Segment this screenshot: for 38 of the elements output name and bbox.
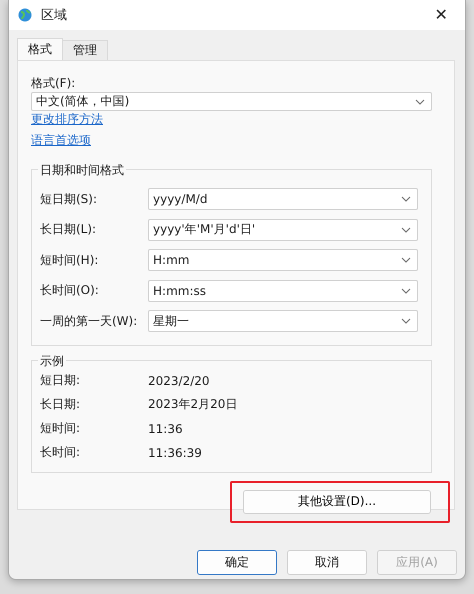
example-label: 短时间: [40, 420, 82, 437]
example-label: 短日期: [40, 372, 82, 389]
format-dropdown[interactable]: 星期一 [148, 310, 418, 332]
chevron-down-icon [401, 257, 411, 264]
tab[interactable]: 格式 [17, 38, 63, 60]
link[interactable]: 语言首选项 [31, 132, 91, 149]
format-dropdown[interactable]: yyyy/M/d [148, 188, 418, 210]
field-label: 一周的第一天(W): [40, 312, 138, 330]
group-title: 日期和时间格式 [38, 162, 126, 179]
other-settings-button[interactable]: 其他设置(D)... [243, 490, 431, 514]
chevron-down-icon [401, 318, 411, 324]
example-value: 2023年2月20日 [148, 396, 238, 413]
field-label: 短日期(S): [40, 190, 98, 208]
tab[interactable]: 管理 [62, 40, 108, 60]
example-value: 11:36:39 [148, 446, 202, 460]
example-value: 2023/2/20 [148, 374, 210, 388]
chevron-down-icon [415, 98, 425, 104]
chevron-down-icon [401, 226, 411, 233]
example-label: 长日期: [40, 396, 82, 413]
format-dropdown[interactable]: yyyy'年'M'月'd'日' [148, 218, 418, 241]
group-title: 示例 [38, 352, 66, 370]
example-label: 长时间: [40, 444, 82, 461]
dialog-button[interactable]: 取消 [287, 550, 367, 575]
globe-icon [17, 7, 33, 23]
link[interactable]: 更改排序方法 [31, 111, 103, 128]
format-dropdown[interactable]: H:mm:ss [148, 280, 418, 302]
format-dropdown[interactable]: 中文(简体，中国) [31, 92, 432, 111]
field-label: 长时间(O): [40, 282, 100, 300]
example-value: 11:36 [148, 422, 183, 436]
field-label: 短时间(H): [40, 252, 100, 269]
dialog-button[interactable]: 确定 [197, 550, 277, 575]
chevron-down-icon [401, 196, 411, 202]
window-title: 区域 [41, 7, 68, 24]
field-label: 长日期(L): [40, 221, 98, 238]
format-dropdown[interactable]: H:mm [148, 249, 418, 272]
close-button[interactable]: ✕ [425, 1, 457, 29]
format-label: 格式(F): [31, 75, 76, 92]
chevron-down-icon [401, 288, 411, 294]
